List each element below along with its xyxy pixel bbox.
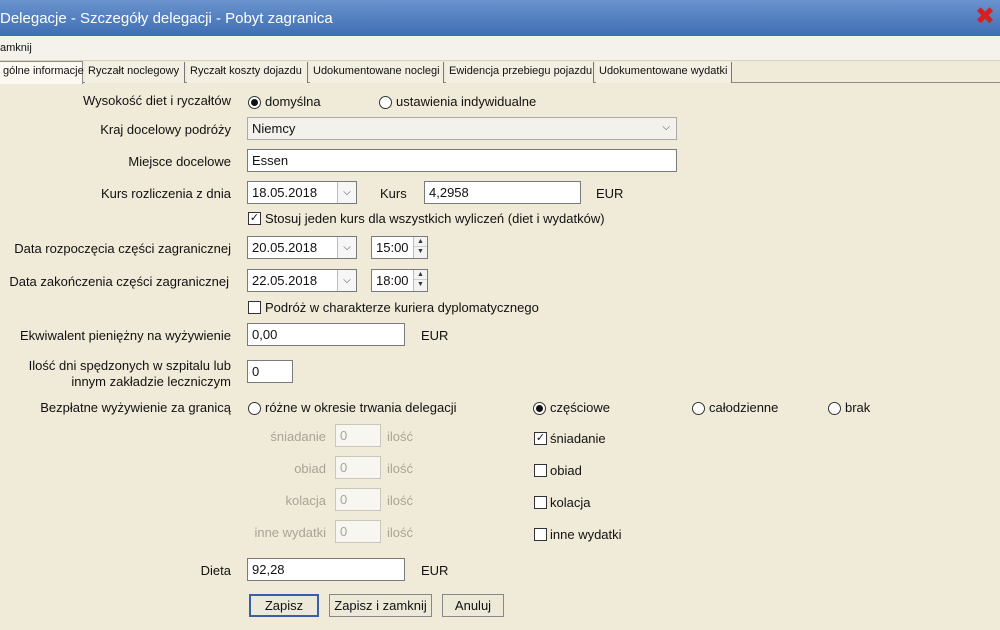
qty-label: ilość [387,429,414,444]
courier-label[interactable]: Podróż w charakterze kuriera dyplomatycz… [265,300,539,315]
chevron-down-icon: ⌵ [662,122,670,133]
country-select[interactable]: Niemcy ⌵ [247,117,677,140]
place-label: Miejsce docelowe [128,154,231,169]
end-date-value: 22.05.2018 [252,273,318,288]
meal-lunch-label[interactable]: obiad [550,463,582,478]
meal-breakfast-checkbox[interactable]: ✓ [534,432,547,445]
qty-label: ilość [387,493,414,508]
diet-input[interactable]: 92,28 [247,558,405,581]
start-time-value: 15:00 [376,240,409,255]
meals-partial-label[interactable]: częściowe [550,400,610,415]
tab-documented-accommodation[interactable]: Udokumentowane noclegi [310,62,444,83]
spin-down-icon[interactable]: ▼ [414,247,427,257]
meal-qty-input: 0 [335,488,381,511]
rates-individual-radio[interactable] [379,96,392,109]
save-button[interactable]: Zapisz [249,594,319,617]
time-spinner[interactable]: ▲ ▼ [413,237,427,258]
window-title-bar: Delegacje - Szczegóły delegacji - Pobyt … [0,0,1000,36]
tab-accommodation-allowance[interactable]: Ryczałt noclegowy [85,62,185,83]
meals-full-radio[interactable] [692,402,705,415]
meal-lunch-checkbox[interactable] [534,464,547,477]
menu-close[interactable]: amknij [0,42,32,54]
meal-dinner-label[interactable]: kolacja [550,495,590,510]
diet-label: Dieta [200,563,231,578]
qty-label: ilość [387,525,414,540]
spin-down-icon[interactable]: ▼ [414,280,427,290]
tab-documented-expenses[interactable]: Udokumentowane wydatki [596,62,732,83]
window-title: Delegacje - Szczegóły delegacji - Pobyt … [0,9,333,27]
chevron-down-icon[interactable]: ⌵ [337,237,356,258]
single-rate-label[interactable]: Stosuj jeden kurs dla wszystkich wylicze… [265,211,605,226]
tab-strip: gólne informacje Ryczałt noclegowy Rycza… [0,61,1000,84]
meals-label: Bezpłatne wyżywienie za granicą [40,400,231,415]
equiv-label: Ekwiwalent pieniężny na wyżywienie [20,328,231,343]
rate-input[interactable]: 4,2958 [424,181,581,204]
start-date-picker[interactable]: 20.05.2018 ⌵ [247,236,357,259]
place-input[interactable]: Essen [247,149,677,172]
meal-qty-input: 0 [335,520,381,543]
end-time-input[interactable]: 18:00 ▲ ▼ [371,269,428,292]
meal-qty-label: obiad [294,461,326,476]
meals-varied-radio[interactable] [248,402,261,415]
diet-currency: EUR [421,563,449,578]
rates-default-label[interactable]: domyślna [265,94,321,109]
rate-date-value: 18.05.2018 [252,185,318,200]
close-icon[interactable]: ✖ [972,5,998,31]
qty-label: ilość [387,461,414,476]
end-time-value: 18:00 [376,273,409,288]
tab-vehicle-mileage[interactable]: Ewidencja przebiegu pojazdu [446,62,594,83]
menu-bar: amknij [0,36,1000,61]
time-spinner[interactable]: ▲ ▼ [413,270,427,291]
start-time-input[interactable]: 15:00 ▲ ▼ [371,236,428,259]
meal-qty-label: inne wydatki [254,525,326,540]
meals-none-label[interactable]: brak [845,400,870,415]
hospital-days-input[interactable]: 0 [247,360,293,383]
hospital-label-line2: innym zakładzie leczniczym [71,374,231,389]
cancel-button[interactable]: Anuluj [442,594,504,617]
start-label: Data rozpoczęcia części zagranicznej [14,241,231,256]
single-rate-checkbox[interactable]: ✓ [248,212,261,225]
rate-date-label: Kurs rozliczenia z dnia [100,186,231,201]
chevron-down-icon[interactable]: ⌵ [337,182,356,203]
equiv-input[interactable]: 0,00 [247,323,405,346]
rate-label: Kurs [380,186,407,201]
chevron-down-icon[interactable]: ⌵ [337,270,356,291]
tab-travel-allowance[interactable]: Ryczałt koszty dojazdu [187,62,308,83]
meal-other-label[interactable]: inne wydatki [550,527,622,542]
save-close-button[interactable]: Zapisz i zamknij [329,594,432,617]
meals-full-label[interactable]: całodzienne [709,400,778,415]
end-label: Data zakończenia części zagranicznej [9,274,229,289]
country-label: Kraj docelowy podróży [100,122,231,137]
meals-none-radio[interactable] [828,402,841,415]
courier-checkbox[interactable] [248,301,261,314]
start-date-value: 20.05.2018 [252,240,318,255]
meal-qty-label: śniadanie [270,429,326,444]
rates-default-radio[interactable] [248,96,261,109]
meals-partial-radio[interactable] [533,402,546,415]
country-value: Niemcy [252,121,296,136]
rates-individual-label[interactable]: ustawienia indywidualne [396,94,536,109]
meal-breakfast-label[interactable]: śniadanie [550,431,606,446]
equiv-currency: EUR [421,328,449,343]
hospital-label-line1: Ilość dni spędzonych w szpitalu lub [28,358,231,373]
meal-qty-input: 0 [335,456,381,479]
rate-date-picker[interactable]: 18.05.2018 ⌵ [247,181,357,204]
meals-varied-label[interactable]: różne w okresie trwania delegacji [265,400,456,415]
meal-dinner-checkbox[interactable] [534,496,547,509]
meal-qty-input: 0 [335,424,381,447]
meal-qty-label: kolacja [285,493,326,508]
rate-currency: EUR [596,186,624,201]
rates-label: Wysokość diet i ryczałtów [83,93,231,108]
tab-general[interactable]: gólne informacje [0,61,84,84]
end-date-picker[interactable]: 22.05.2018 ⌵ [247,269,357,292]
meal-other-checkbox[interactable] [534,528,547,541]
spin-up-icon[interactable]: ▲ [414,237,427,247]
spin-up-icon[interactable]: ▲ [414,270,427,280]
